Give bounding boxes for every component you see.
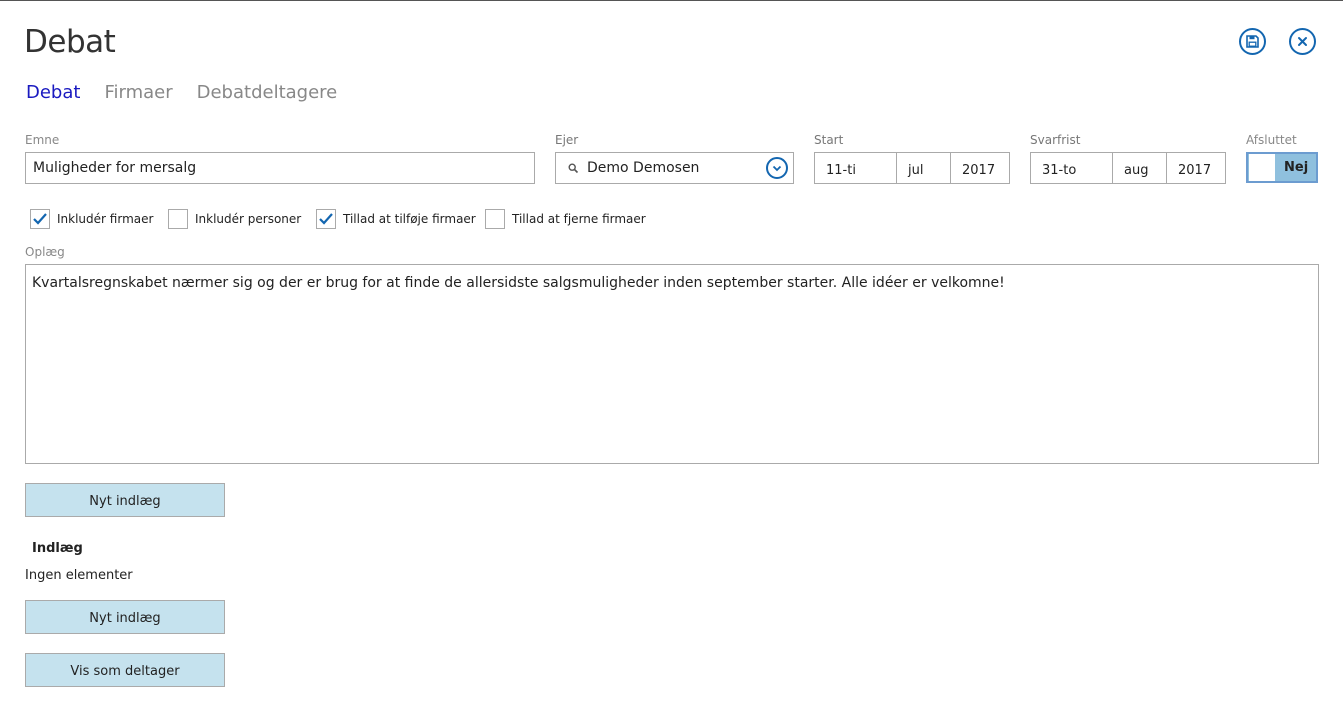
top-border <box>0 0 1343 1</box>
emne-field[interactable]: Muligheder for mersalg <box>25 152 535 184</box>
chevron-down-icon <box>772 165 782 171</box>
ejer-dropdown-button[interactable] <box>766 157 788 179</box>
save-icon <box>1246 35 1259 48</box>
save-button[interactable] <box>1239 28 1266 55</box>
indlaeg-empty-text: Ingen elementer <box>25 568 133 583</box>
checkbox-tillad-tilfoeje[interactable]: Tillad at tilføje firmaer <box>316 209 476 229</box>
checkbox-label: Tillad at fjerne firmaer <box>512 212 646 226</box>
tab-debatdeltagere[interactable]: Debatdeltagere <box>197 80 338 106</box>
oplaeg-textarea[interactable]: Kvartalsregnskabet nærmer sig og der er … <box>25 264 1319 464</box>
afsluttet-label: Afsluttet <box>1246 133 1297 147</box>
checkbox-box <box>316 209 336 229</box>
checkbox-box <box>485 209 505 229</box>
close-button[interactable] <box>1289 28 1316 55</box>
nyt-indlaeg-button-bottom[interactable]: Nyt indlæg <box>25 600 225 634</box>
ejer-label: Ejer <box>555 133 579 147</box>
checkbox-label: Inkludér firmaer <box>57 212 154 226</box>
ejer-value: Demo Demosen <box>587 160 700 176</box>
svarfrist-year[interactable]: 2017 <box>1167 153 1225 183</box>
svarfrist-month[interactable]: aug <box>1113 153 1167 183</box>
start-month[interactable]: jul <box>897 153 951 183</box>
nyt-indlaeg-button-top[interactable]: Nyt indlæg <box>25 483 225 517</box>
ejer-field[interactable]: Demo Demosen <box>555 152 794 184</box>
tab-debat[interactable]: Debat <box>26 80 80 106</box>
checkbox-tillad-fjerne[interactable]: Tillad at fjerne firmaer <box>485 209 646 229</box>
tab-firmaer[interactable]: Firmaer <box>104 80 172 106</box>
checkmark-icon <box>319 213 333 225</box>
svarfrist-day[interactable]: 31-to <box>1031 153 1113 183</box>
svarfrist-label: Svarfrist <box>1030 133 1081 147</box>
checkbox-label: Tillad at tilføje firmaer <box>343 212 476 226</box>
tab-bar: Debat Firmaer Debatdeltagere <box>26 80 361 106</box>
emne-label: Emne <box>25 133 60 147</box>
start-date-field: 11-ti jul 2017 <box>814 152 1010 184</box>
page-title: Debat <box>24 24 116 60</box>
toggle-knob <box>1249 154 1275 181</box>
start-label: Start <box>814 133 844 147</box>
afsluttet-value: Nej <box>1284 160 1309 175</box>
start-day[interactable]: 11-ti <box>815 153 897 183</box>
checkbox-inkluder-personer[interactable]: Inkludér personer <box>168 209 301 229</box>
checkbox-label: Inkludér personer <box>195 212 302 226</box>
checkbox-box <box>168 209 188 229</box>
svarfrist-date-field: 31-to aug 2017 <box>1030 152 1226 184</box>
search-icon <box>568 162 579 173</box>
close-icon <box>1298 37 1307 46</box>
afsluttet-toggle[interactable]: Nej <box>1246 152 1318 183</box>
checkbox-box <box>30 209 50 229</box>
oplaeg-value: Kvartalsregnskabet nærmer sig og der er … <box>32 275 1005 291</box>
start-year[interactable]: 2017 <box>951 153 1009 183</box>
indlaeg-heading: Indlæg <box>32 541 83 556</box>
emne-value: Muligheder for mersalg <box>33 160 197 176</box>
oplaeg-label: Oplæg <box>25 245 65 259</box>
checkbox-inkluder-firmaer[interactable]: Inkludér firmaer <box>30 209 153 229</box>
vis-som-deltager-button[interactable]: Vis som deltager <box>25 653 225 687</box>
checkmark-icon <box>33 213 47 225</box>
